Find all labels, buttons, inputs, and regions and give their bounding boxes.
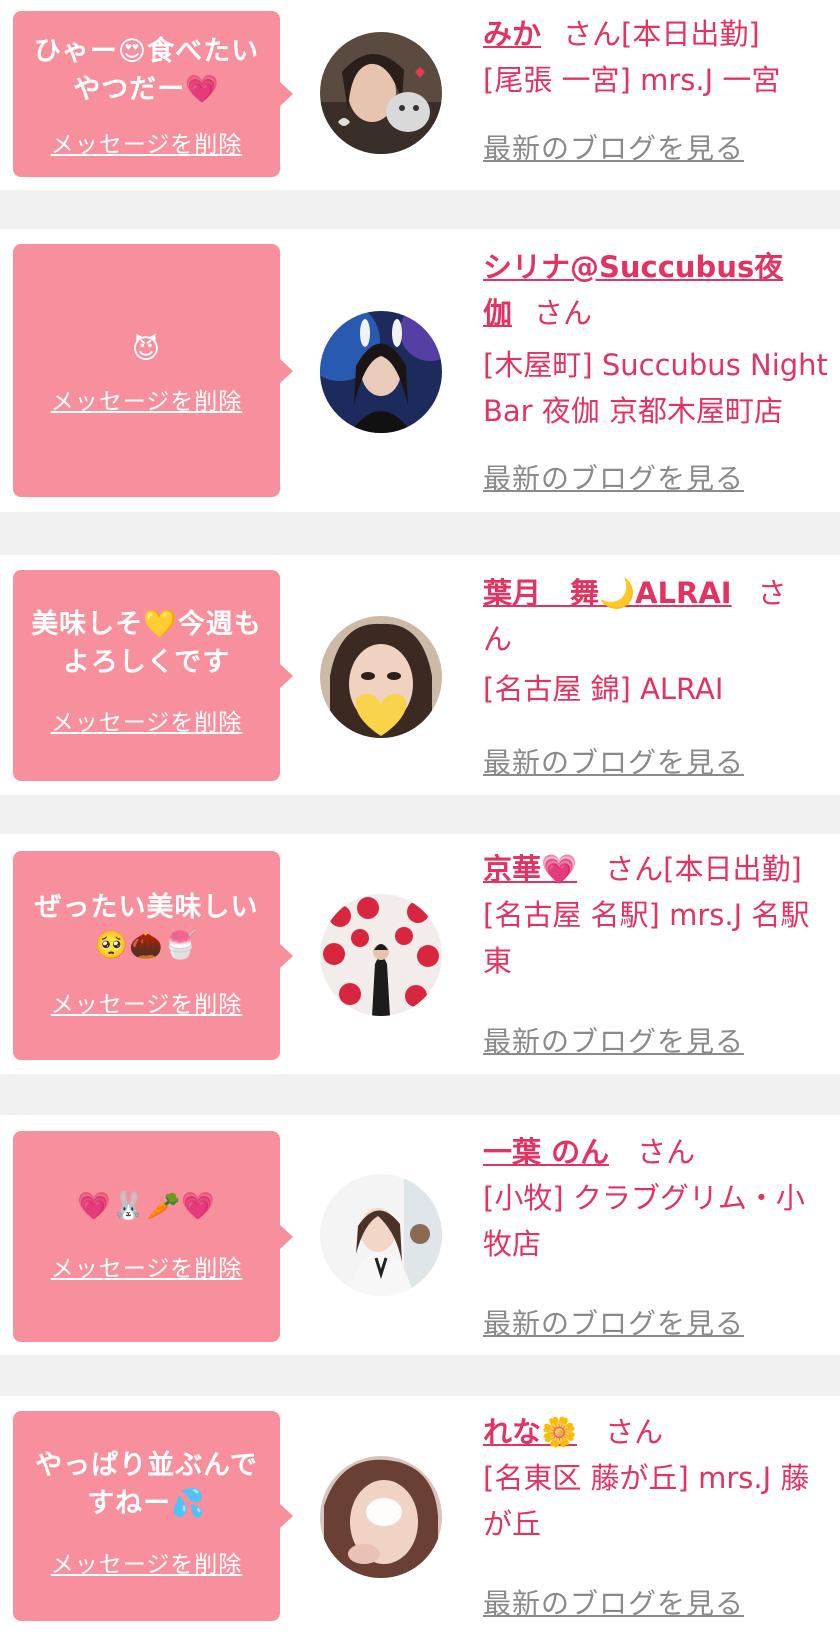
message-text: ぜったい美味しい 🥺🌰🍧 <box>34 892 259 961</box>
delete-message-link[interactable]: メッセージを削除 <box>13 382 280 416</box>
message-card: やっぱり並ぶんで すねー💦 メッセージを削除 れな🌼 さん [名東区 藤が丘] m… <box>0 1396 840 1633</box>
shop-name: [小牧] クラブグリム・小 <box>483 1181 805 1215</box>
honorific: さん <box>605 1415 664 1449</box>
delete-message-link[interactable]: メッセージを削除 <box>13 985 280 1019</box>
message-text: 美味しそ💛今週も よろしくです <box>31 609 262 678</box>
latest-blog-link[interactable]: 最新のブログを見る <box>483 1020 744 1060</box>
cast-name-link[interactable]: れな🌼 <box>483 1415 577 1449</box>
delete-message-link[interactable]: メッセージを削除 <box>13 125 280 159</box>
shop-name: Bar 夜伽 京都木屋町店 <box>483 394 784 428</box>
delete-message-link[interactable]: メッセージを削除 <box>13 703 280 737</box>
message-text: ひゃー😍食べたい やつだー💗 <box>33 36 260 105</box>
avatar[interactable] <box>320 894 442 1016</box>
message-card: ぜったい美味しい 🥺🌰🍧 メッセージを削除 京華💗 さん[本日出勤] [名古屋 名… <box>0 834 840 1074</box>
avatar[interactable] <box>320 32 442 154</box>
message-card: 😈 メッセージを削除 シリナ@Succubus夜 伽さん [木屋町] Succu… <box>0 229 840 512</box>
avatar[interactable] <box>320 1456 442 1578</box>
cast-name-link[interactable]: シリナ@Succubus夜 <box>483 250 783 284</box>
cast-name-link[interactable]: 伽 <box>483 296 512 330</box>
shop-name: 牧店 <box>483 1227 542 1261</box>
honorific: さ <box>757 576 787 610</box>
shop-name: [名古屋 名駅] mrs.J 名駅 <box>483 898 810 932</box>
avatar[interactable] <box>320 1174 442 1296</box>
avatar[interactable] <box>320 616 442 738</box>
message-card: ひゃー😍食べたい やつだー💗 メッセージを削除 みか さん[本日出勤] [尾張 一… <box>0 0 840 190</box>
honorific: さん <box>534 296 593 330</box>
message-bubble: 😈 メッセージを削除 <box>13 244 293 497</box>
message-card: 美味しそ💛今週も よろしくです メッセージを削除 葉月 舞🌙ALRAI さ ん [… <box>0 555 840 795</box>
cast-info: シリナ@Succubus夜 伽さん [木屋町] Succubus Night B… <box>483 244 833 434</box>
status-badge: [本日出勤] <box>621 17 760 51</box>
honorific: さん <box>605 852 664 886</box>
shop-name: 東 <box>483 944 513 978</box>
latest-blog-link[interactable]: 最新のブログを見る <box>483 457 744 497</box>
honorific: さん <box>563 17 622 51</box>
shop-name: [尾張 一宮] mrs.J 一宮 <box>483 63 781 97</box>
honorific: さん <box>637 1135 696 1169</box>
delete-message-link[interactable]: メッセージを削除 <box>13 1545 280 1579</box>
cast-info: 京華💗 さん[本日出勤] [名古屋 名駅] mrs.J 名駅 東 <box>483 846 833 984</box>
message-text: 😈 <box>131 334 162 365</box>
cast-name-link[interactable]: みか <box>483 17 541 51</box>
message-bubble: ぜったい美味しい 🥺🌰🍧 メッセージを削除 <box>13 851 293 1060</box>
latest-blog-link[interactable]: 最新のブログを見る <box>483 127 744 167</box>
status-badge: [本日出勤] <box>663 852 802 886</box>
message-bubble: ひゃー😍食べたい やつだー💗 メッセージを削除 <box>13 11 293 177</box>
message-text: やっぱり並ぶんで すねー💦 <box>35 1450 258 1519</box>
shop-name: [木屋町] Succubus Night <box>483 348 828 382</box>
cast-info: みか さん[本日出勤] [尾張 一宮] mrs.J 一宮 <box>483 11 833 103</box>
latest-blog-link[interactable]: 最新のブログを見る <box>483 1582 744 1622</box>
latest-blog-link[interactable]: 最新のブログを見る <box>483 741 744 781</box>
cast-name-link[interactable]: 葉月 舞🌙ALRAI <box>483 576 732 610</box>
cast-name-link[interactable]: 一葉 のん <box>483 1135 609 1169</box>
message-bubble: 💗🐰🥕💗 メッセージを削除 <box>13 1131 293 1342</box>
avatar[interactable] <box>320 311 442 433</box>
honorific: ん <box>483 622 513 656</box>
message-bubble: やっぱり並ぶんで すねー💦 メッセージを削除 <box>13 1411 293 1621</box>
cast-info: 一葉 のん さん [小牧] クラブグリム・小 牧店 <box>483 1129 833 1267</box>
message-card: 💗🐰🥕💗 メッセージを削除 一葉 のん さん [小牧] クラブグリム・小 牧店 最… <box>0 1115 840 1355</box>
latest-blog-link[interactable]: 最新のブログを見る <box>483 1302 744 1342</box>
cast-info: 葉月 舞🌙ALRAI さ ん [名古屋 錦] ALRAI <box>483 570 833 712</box>
message-text: 💗🐰🥕💗 <box>77 1191 216 1222</box>
message-bubble: 美味しそ💛今週も よろしくです メッセージを削除 <box>13 570 293 781</box>
cast-name-link[interactable]: 京華💗 <box>483 852 577 886</box>
delete-message-link[interactable]: メッセージを削除 <box>13 1249 280 1283</box>
shop-name: [名東区 藤が丘] mrs.J 藤 <box>483 1461 810 1495</box>
cast-info: れな🌼 さん [名東区 藤が丘] mrs.J 藤 が丘 <box>483 1409 833 1547</box>
shop-name: が丘 <box>483 1507 542 1541</box>
shop-name: [名古屋 錦] ALRAI <box>483 672 724 706</box>
